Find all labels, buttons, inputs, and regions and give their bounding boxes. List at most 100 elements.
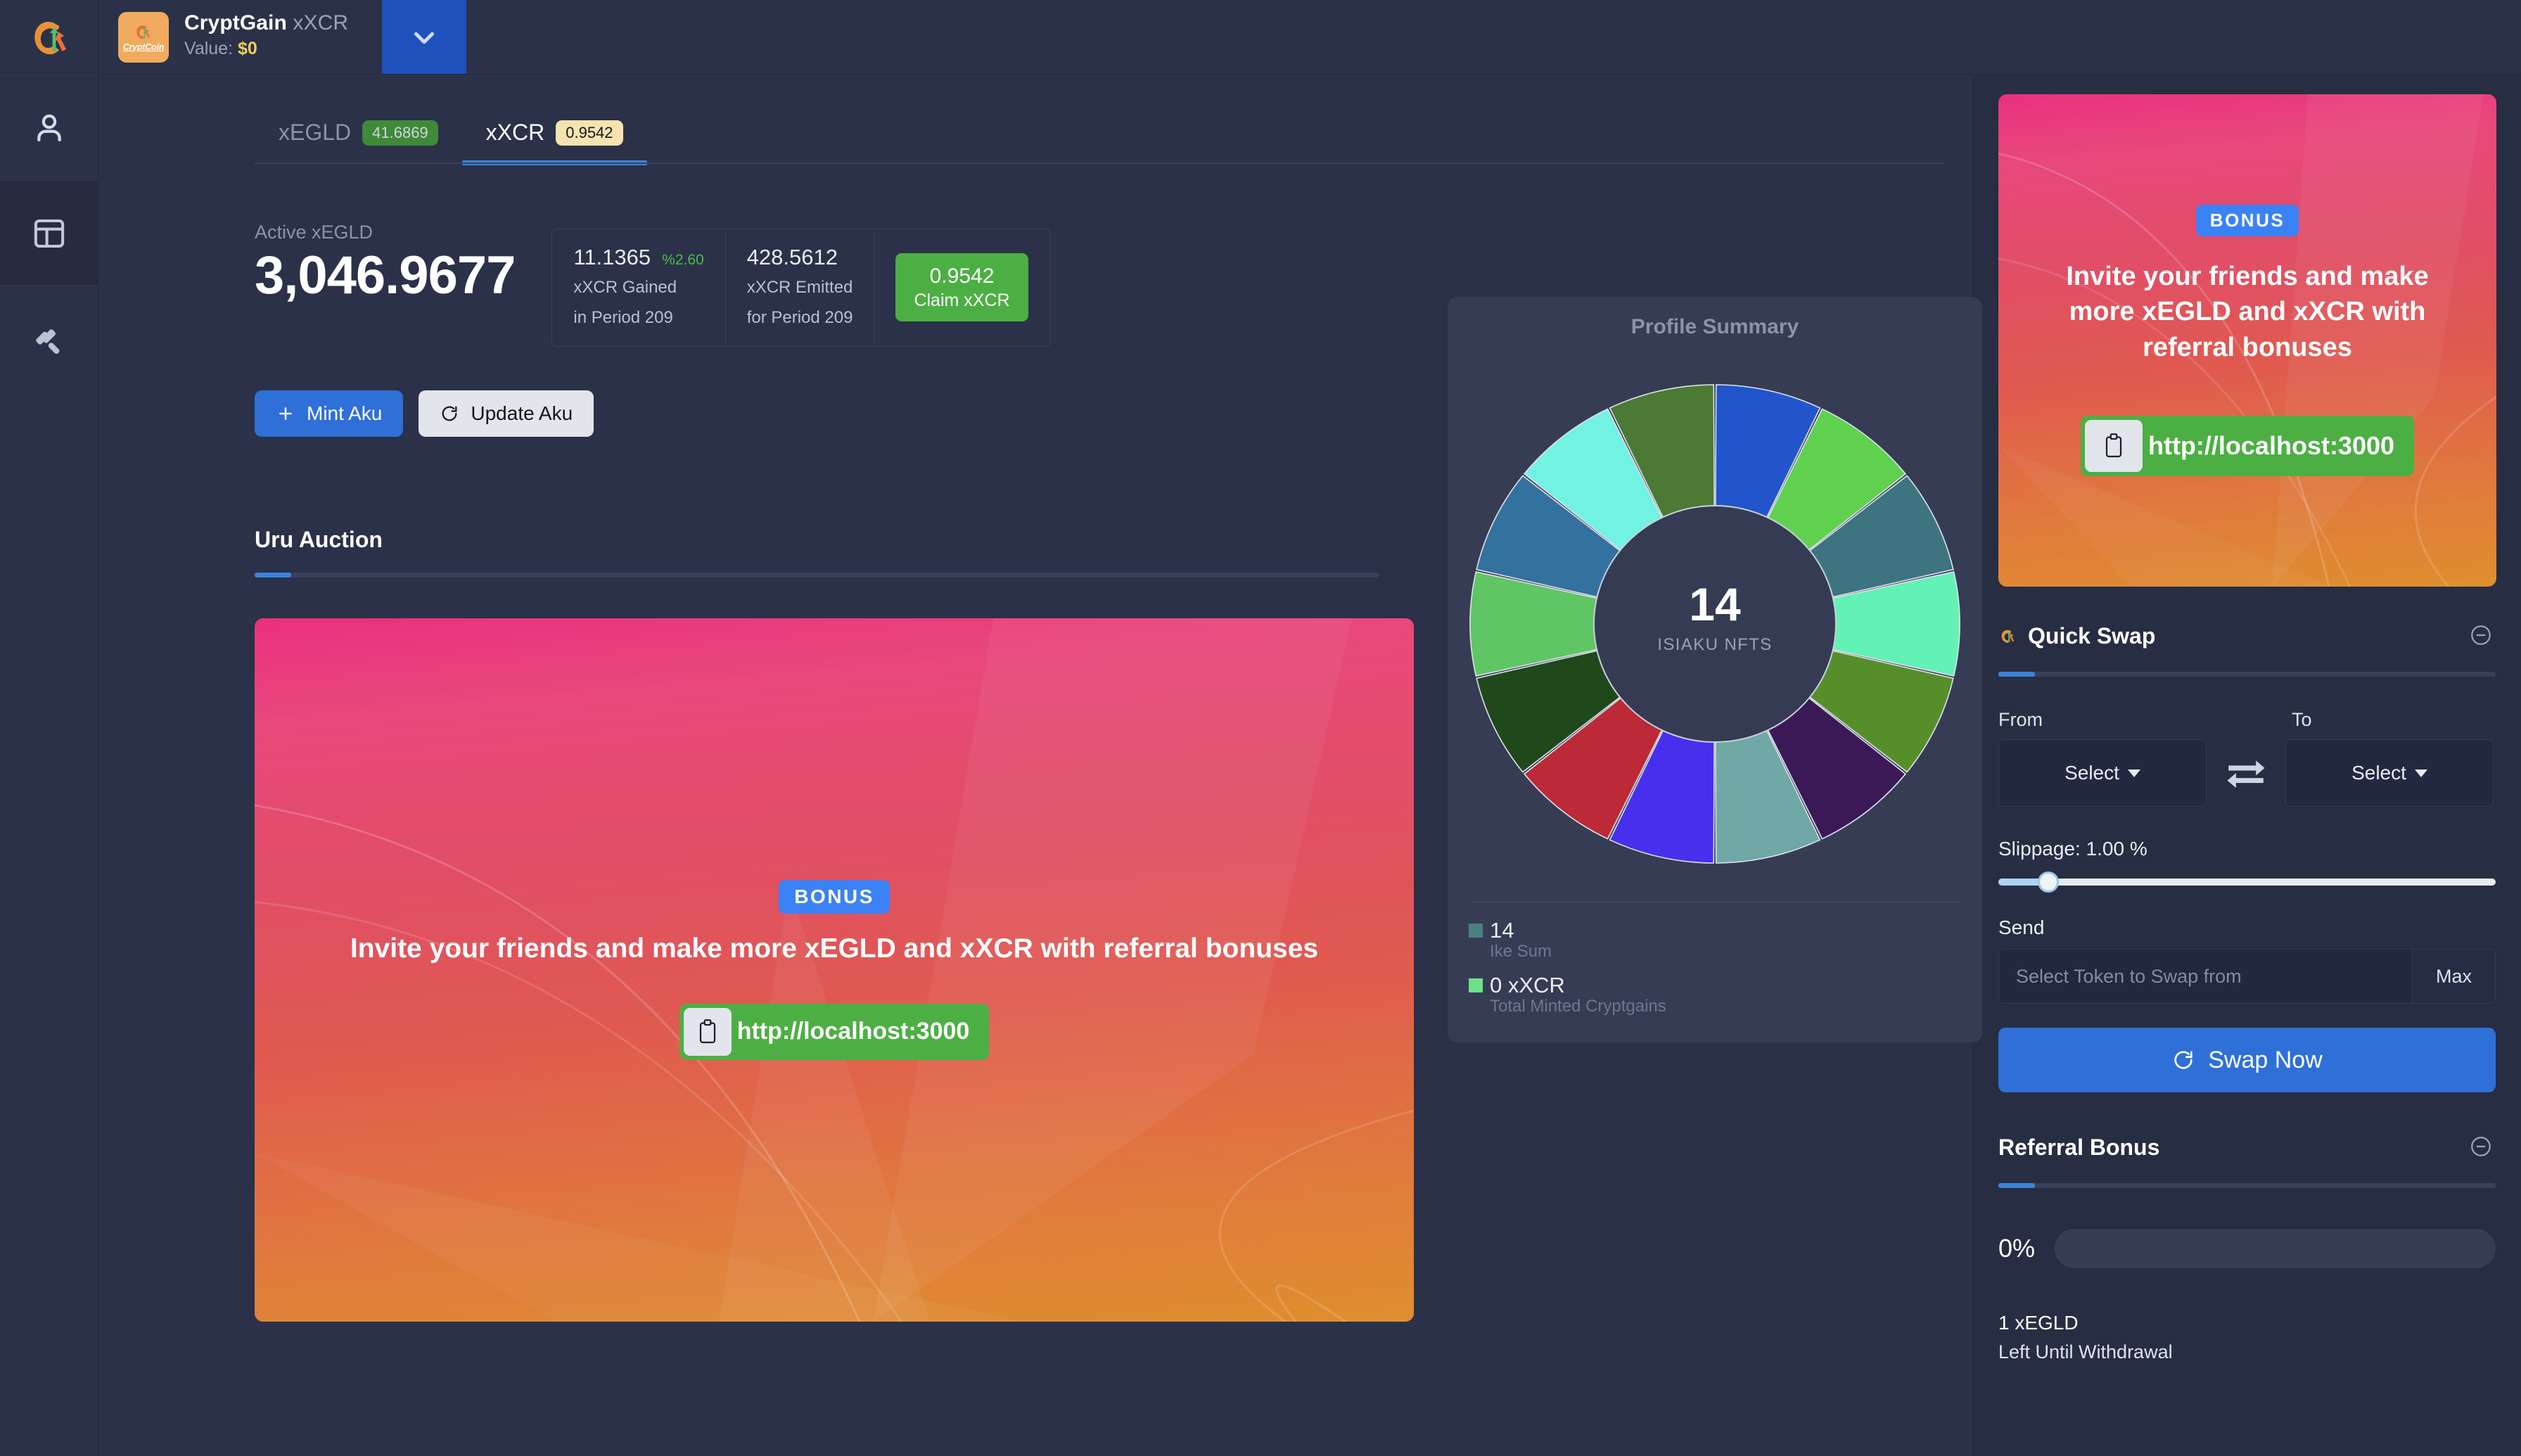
chevron-down-icon [2127, 769, 2140, 777]
banner-decoration [255, 618, 1414, 1322]
banner-main-copy-row[interactable]: http://localhost:3000 [679, 1003, 990, 1060]
referral-banner-side: BONUS Invite your friends and make more … [1998, 94, 2496, 587]
swap-to-label: To [2292, 709, 2312, 730]
stat-emitted-line1: xXCR Emitted [746, 278, 853, 297]
token-badge: CryptCoin [118, 12, 169, 63]
section-title: Uru Auction [255, 526, 383, 552]
slippage-slider[interactable] [1998, 871, 2496, 893]
top-bar: CryptCoin CryptGain xXCR Value: $0 [98, 0, 2521, 75]
donut-chart-wrap: 14 ISIAKU NFTS [1469, 346, 1961, 902]
donut-legend: 14 Ike Sum 0 xXCR Total Minted Cryptgain… [1469, 902, 1961, 1028]
person-icon [37, 114, 61, 141]
update-aku-button[interactable]: Update Aku [419, 390, 594, 437]
donut-center-label: ISIAKU NFTS [1657, 635, 1772, 654]
swap-from-select[interactable]: Select [1998, 739, 2207, 807]
stat-emitted-number: 428.5612 [746, 245, 838, 269]
cryptgain-mini-icon [2001, 630, 2015, 643]
section-underline [255, 572, 1379, 577]
profile-summary-card: Profile Summary 14 ISIAKU NFTS 14 Ike Su… [1448, 297, 1982, 1042]
sidebar-item-profile[interactable] [0, 75, 98, 180]
referral-bonus-header: Referral Bonus [1998, 1132, 2496, 1163]
sidebar-item-auction[interactable] [0, 286, 98, 391]
topbar-text: CryptGain xXCR Value: $0 [184, 0, 348, 74]
swap-to-select[interactable]: Select [2285, 739, 2494, 807]
slippage-slider-thumb[interactable] [2037, 871, 2059, 893]
stat-gained-number: 11.1365 [573, 245, 651, 269]
profile-donut-chart: 14 ISIAKU NFTS [1469, 384, 1960, 864]
tab-xxcr[interactable]: xXCR 0.9542 [461, 107, 647, 165]
legend-swatch-icon [1469, 978, 1483, 992]
clipboard-icon [699, 1018, 715, 1043]
referral-bonus-underline [1998, 1183, 2496, 1188]
wallet-value: Value: $0 [184, 39, 348, 59]
send-max-button[interactable]: Max [2412, 950, 2495, 1003]
chevron-down-icon [2414, 769, 2427, 777]
tab-xegld-label: xEGLD [279, 120, 352, 145]
sidebar-item-dashboard[interactable] [0, 180, 98, 286]
referral-bonus-title-row: Referral Bonus [1998, 1135, 2159, 1161]
referral-bonus-collapse-button[interactable] [2466, 1132, 2496, 1163]
refresh-icon [2174, 1051, 2193, 1069]
banner-main-copy-button[interactable] [683, 1007, 732, 1056]
banner-side-url: http://localhost:3000 [2147, 430, 2395, 460]
app-logo[interactable] [0, 0, 98, 75]
donut-center-value: 14 [1689, 578, 1741, 630]
active-balance-block: Active xEGLD 3,046.9677 [255, 222, 516, 305]
tab-xegld[interactable]: xEGLD 41.6869 [255, 107, 462, 164]
legend-value: 14 [1490, 918, 1514, 943]
withdrawal-amount: 1 xEGLD [1998, 1312, 2079, 1334]
banner-main-url: http://localhost:3000 [736, 1018, 970, 1045]
stat-cell-emitted: 428.5612 xXCR Emitted for Period 209 [726, 229, 875, 346]
profile-summary-title: Profile Summary [1630, 315, 1799, 338]
banner-side-copy-row[interactable]: http://localhost:3000 [2080, 415, 2415, 476]
legend-value: 0 xXCR [1490, 973, 1565, 997]
swap-to-select-value: Select [2351, 762, 2406, 784]
account-dropdown-button[interactable] [382, 0, 467, 74]
stat-gained-percent: %2.60 [662, 252, 704, 268]
claim-label: Claim xXCR [914, 290, 1010, 310]
body-wrap: xEGLD 41.6869 xXCR 0.9542 Active xEGLD 3… [98, 75, 2521, 1456]
legend-item: 14 Ike Sum [1469, 918, 1961, 962]
referral-percent: 0% [1998, 1234, 2036, 1263]
wallet-value-amount: $0 [237, 39, 257, 58]
quick-swap-header: Quick Swap [1998, 620, 2496, 652]
quick-swap-title-row: Quick Swap [1998, 623, 2155, 649]
cryptcoin-mark-icon [136, 25, 150, 39]
send-row: Max [1998, 949, 2496, 1004]
quick-swap-panel: Quick Swap From To Select Select Slippag… [1998, 620, 2496, 1092]
send-amount-input[interactable] [1999, 950, 2412, 1003]
token-tabs: xEGLD 41.6869 xXCR 0.9542 [255, 75, 1944, 165]
banner-main-text: Invite your friends and make more xEGLD … [350, 933, 1319, 964]
stat-gained-line1: xXCR Gained [573, 278, 677, 297]
tab-xxcr-label: xXCR [485, 120, 545, 145]
stat-emitted-top: 428.5612 [747, 245, 853, 270]
claim-xxcr-button[interactable]: 0.9542 Claim xXCR [895, 253, 1028, 322]
mint-aku-button[interactable]: Mint Aku [255, 390, 404, 437]
app-title-suffix: xXCR [293, 11, 349, 34]
active-balance-value: 3,046.9677 [255, 245, 516, 305]
swap-from-select-value: Select [2064, 762, 2119, 784]
app-title-main: CryptGain [184, 11, 287, 34]
quick-swap-collapse-button[interactable] [2466, 620, 2496, 652]
withdrawal-sub: Left Until Withdrawal [1998, 1341, 2173, 1362]
swap-selectors-row: Select Select [1998, 739, 2496, 807]
minus-circle-icon [2471, 1137, 2491, 1156]
minus-circle-icon [2471, 625, 2491, 645]
app-title: CryptGain xXCR [184, 11, 348, 35]
referral-progress-row: 0% [1998, 1229, 2496, 1268]
referral-progress-bar [2055, 1229, 2496, 1268]
refresh-icon [442, 406, 457, 421]
banner-side-copy-button[interactable] [2084, 419, 2143, 472]
tab-xegld-badge: 41.6869 [362, 120, 438, 146]
claim-amount: 0.9542 [929, 264, 995, 288]
swap-now-label: Swap Now [2208, 1046, 2323, 1073]
dashboard-layout-icon [34, 219, 64, 248]
active-balance-label: Active xEGLD [255, 222, 374, 243]
swap-now-button[interactable]: Swap Now [1998, 1028, 2496, 1092]
banner-main-bonus-tag: BONUS [779, 879, 890, 914]
tabs-divider [255, 162, 1944, 164]
legend-sub: Ike Sum [1490, 942, 1552, 961]
referral-bonus-panel: Referral Bonus 0% 1 xEGLD Left Until Wit… [1998, 1132, 2496, 1363]
swap-field-labels: From To [1998, 709, 2496, 731]
swap-direction-button[interactable] [2207, 757, 2285, 789]
